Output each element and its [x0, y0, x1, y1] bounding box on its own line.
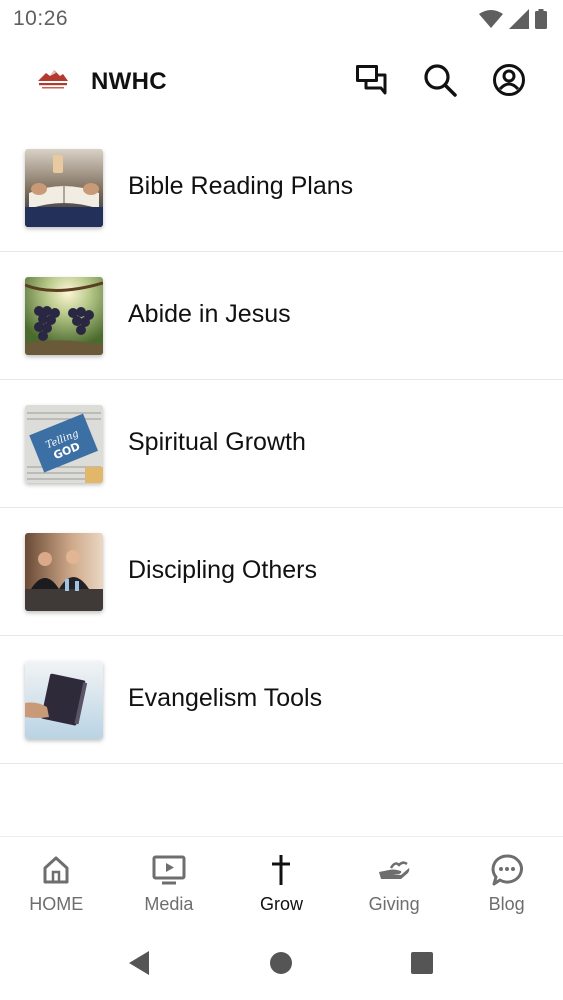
- search-button[interactable]: [422, 63, 458, 102]
- grow-list: Bible Reading Plans Abide in Jesus Telli…: [0, 124, 563, 764]
- list-item-label: Abide in Jesus: [128, 300, 291, 328]
- app-header: NWHC: [0, 48, 563, 116]
- nav-item-blog[interactable]: Blog: [450, 837, 563, 933]
- grapes-vine-thumbnail: [25, 277, 103, 355]
- list-item-discipling-others[interactable]: Discipling Others: [0, 508, 563, 636]
- nav-label: Giving: [368, 894, 420, 914]
- nav-item-giving[interactable]: Giving: [338, 837, 451, 933]
- list-item-evangelism-tools[interactable]: Evangelism Tools: [0, 636, 563, 764]
- nav-item-grow[interactable]: Grow: [225, 837, 338, 933]
- giving-icon: [377, 853, 411, 887]
- nav-item-home[interactable]: HOME: [0, 837, 113, 933]
- nav-label: Grow: [259, 894, 303, 914]
- home-system-button[interactable]: [266, 950, 296, 980]
- men-table-thumbnail: [25, 533, 103, 611]
- church-logo-icon[interactable]: [36, 67, 70, 93]
- list-item-label: Evangelism Tools: [128, 684, 323, 712]
- list-item-label: Bible Reading Plans: [128, 172, 354, 200]
- nav-label: Media: [144, 894, 194, 914]
- signal-icon: [509, 9, 529, 34]
- list-item-label: Discipling Others: [128, 556, 317, 584]
- home-icon: [39, 853, 73, 887]
- holding-bible-thumbnail: [25, 661, 103, 739]
- recents-square-icon: [409, 950, 435, 981]
- nav-label: Blog: [488, 894, 525, 914]
- back-button[interactable]: [124, 950, 154, 980]
- chat-icon: [355, 64, 389, 101]
- recents-button[interactable]: [407, 950, 437, 980]
- status-time: 10:26: [13, 7, 69, 30]
- wifi-icon: [479, 9, 503, 34]
- list-item-label: Spiritual Growth: [128, 428, 306, 456]
- app-title: NWHC: [91, 68, 167, 95]
- list-item-bible-reading-plans[interactable]: Bible Reading Plans: [0, 124, 563, 252]
- search-icon: [423, 63, 457, 102]
- battery-icon: [535, 9, 547, 34]
- home-circle-icon: [268, 950, 294, 981]
- list-item-spiritual-growth[interactable]: Telling GOD Spiritual Growth: [0, 380, 563, 508]
- list-item-abide-in-jesus[interactable]: Abide in Jesus: [0, 252, 563, 380]
- blog-icon: [490, 853, 524, 887]
- cross-icon: [264, 853, 298, 887]
- telling-god-thumbnail: Telling GOD: [25, 405, 103, 483]
- nav-label: HOME: [29, 894, 84, 914]
- account-button[interactable]: [491, 63, 527, 102]
- account-icon: [492, 63, 526, 102]
- bible-reading-thumbnail: [25, 149, 103, 227]
- bottom-nav: HOME Media Grow Giving Blog: [0, 836, 563, 933]
- back-triangle-icon: [127, 950, 151, 981]
- status-bar: 10:26: [0, 0, 563, 40]
- nav-item-media[interactable]: Media: [113, 837, 226, 933]
- system-nav-bar: [0, 932, 563, 1000]
- chat-button[interactable]: [354, 64, 390, 100]
- media-icon: [152, 853, 186, 887]
- status-icons: [479, 9, 547, 34]
